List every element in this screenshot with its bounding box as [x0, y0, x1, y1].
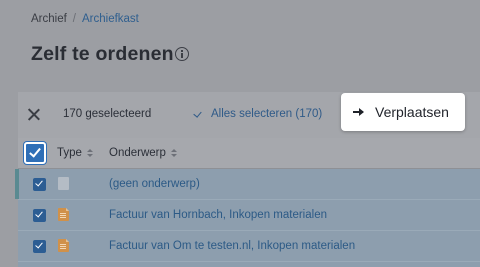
table-header: Type Onderwerp [18, 138, 480, 169]
breadcrumb-archief[interactable]: Archief [31, 13, 67, 25]
select-all-button[interactable]: Alles selecteren (170) [194, 108, 322, 120]
table-row[interactable]: (geen onderwerp) [15, 169, 480, 200]
arrow-right-icon [353, 107, 365, 117]
select-all-checkbox[interactable] [24, 142, 46, 164]
row-checkbox[interactable] [33, 209, 46, 222]
sort-icon [170, 148, 177, 158]
row-subject[interactable]: Factuur van Om te testen.nl, Inkopen mat… [109, 240, 355, 252]
row-subject[interactable]: (geen onderwerp) [109, 178, 200, 190]
column-header-subject[interactable]: Onderwerp [109, 147, 177, 159]
breadcrumb: Archief / Archiefkast [31, 13, 139, 25]
page-title: Zelf te ordenen [31, 43, 174, 65]
row-checkbox[interactable] [33, 240, 46, 253]
check-icon [194, 110, 205, 118]
info-circle-icon[interactable] [175, 47, 189, 61]
checkmark-icon [29, 145, 41, 158]
table-body: (geen onderwerp) Factuur van Hornbach, I… [15, 169, 480, 267]
column-subject-label: Onderwerp [109, 147, 166, 159]
close-icon[interactable] [26, 107, 42, 123]
selected-count: 170 geselecteerd [63, 108, 152, 120]
row-focus-indicator [15, 169, 19, 199]
table-row[interactable]: Factuur van Hornbach, Inkopen materialen [18, 200, 480, 231]
column-type-label: Type [57, 147, 82, 159]
move-label: Verplaatsen [375, 104, 449, 120]
document-icon [58, 208, 69, 221]
column-header-type[interactable]: Type [57, 147, 93, 159]
breadcrumb-separator: / [72, 13, 76, 25]
sort-icon [86, 148, 93, 158]
table-row[interactable]: Factuur van Om te testen.nl, Inkopen mat… [18, 231, 480, 262]
row-checkbox[interactable] [33, 178, 46, 191]
blank-file-icon [58, 177, 69, 190]
select-all-label: Alles selecteren (170) [211, 108, 323, 120]
document-icon [58, 239, 69, 252]
checkmark-icon [35, 178, 43, 187]
checkmark-icon [35, 209, 43, 218]
move-button[interactable]: Verplaatsen [341, 93, 465, 131]
breadcrumb-archiefkast[interactable]: Archiefkast [82, 13, 139, 25]
documents-table: Type Onderwerp (geen onderwerp) Factuur … [15, 138, 480, 267]
row-subject[interactable]: Factuur van Hornbach, Inkopen materialen [109, 209, 327, 221]
checkmark-icon [35, 240, 43, 249]
